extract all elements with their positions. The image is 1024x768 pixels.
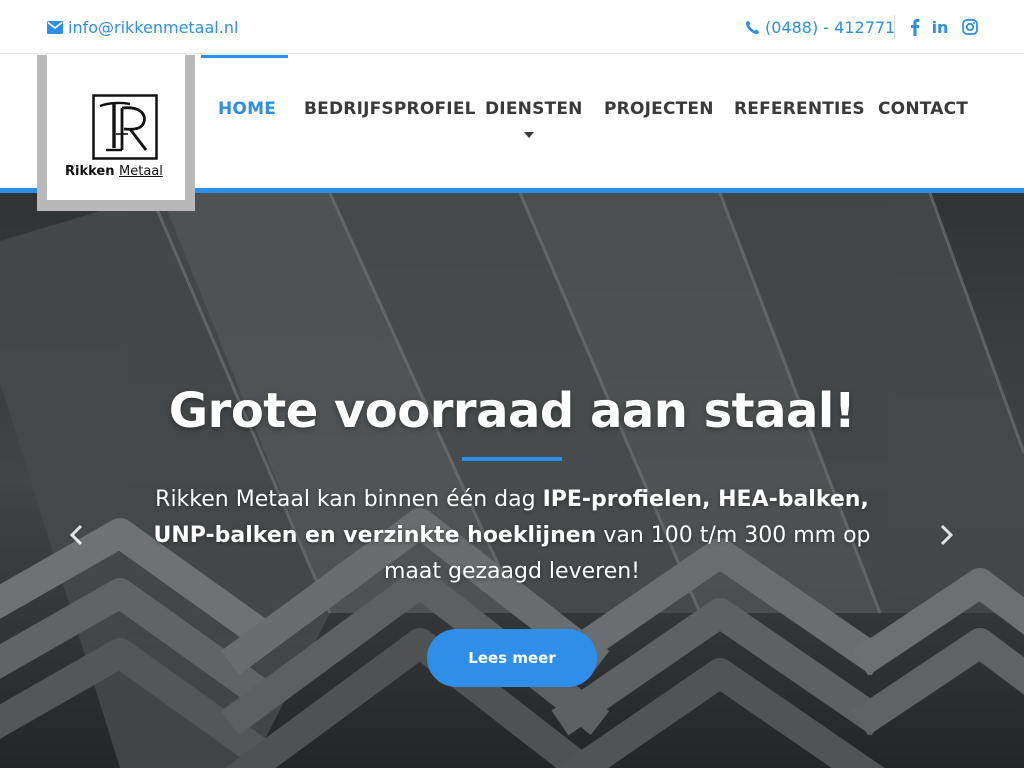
hero-description: Rikken Metaal kan binnen één dag IPE-pro… xyxy=(140,482,884,590)
slider-next-button[interactable] xyxy=(937,520,957,550)
topbar-divider xyxy=(894,15,895,39)
email-text: info@rikkenmetaal.nl xyxy=(68,17,239,37)
facebook-icon xyxy=(911,18,920,36)
slider-prev-button[interactable] xyxy=(66,520,86,550)
nav-item-referenties[interactable]: REFERENTIES xyxy=(734,96,865,122)
nav-item-contact[interactable]: CONTACT xyxy=(878,96,968,122)
logo-name-thin: Metaal xyxy=(119,164,163,179)
chevron-left-icon xyxy=(69,524,83,546)
hero-text-part-1: Rikken Metaal kan binnen één dag xyxy=(155,487,543,512)
hero-title: Grote voorraad aan staal! xyxy=(168,383,856,439)
envelope-icon xyxy=(47,20,63,34)
logo-link[interactable]: Rikken Metaal xyxy=(37,55,195,211)
nav-item-projecten[interactable]: PROJECTEN xyxy=(604,96,714,122)
phone-link[interactable]: (0488) - 412771 xyxy=(745,16,895,38)
hero-slider: Grote voorraad aan staal! Rikken Metaal … xyxy=(0,193,1024,768)
instagram-link[interactable] xyxy=(961,17,979,37)
logo-wordmark: Rikken Metaal xyxy=(65,164,185,179)
phone-icon xyxy=(745,20,760,34)
logo-monogram-icon xyxy=(92,94,158,160)
chevron-right-icon xyxy=(940,524,954,546)
nav-active-indicator xyxy=(201,55,288,58)
email-link[interactable]: info@rikkenmetaal.nl xyxy=(47,16,238,38)
linkedin-link[interactable]: in xyxy=(931,17,949,37)
top-bar: info@rikkenmetaal.nl (0488) - 412771 in xyxy=(0,0,1024,54)
linkedin-icon: in xyxy=(931,17,949,37)
logo-name-bold: Rikken xyxy=(65,164,115,179)
phone-text: (0488) - 412771 xyxy=(765,17,896,37)
hero-title-underline xyxy=(462,457,562,461)
nav-item-bedrijfsprofiel[interactable]: BEDRIJFSPROFIEL xyxy=(304,96,476,122)
instagram-icon xyxy=(962,19,978,35)
facebook-link[interactable] xyxy=(906,17,924,37)
lees-meer-button[interactable]: Lees meer xyxy=(427,629,597,687)
logo-card: Rikken Metaal xyxy=(47,55,185,200)
caret-down-icon[interactable] xyxy=(524,132,534,138)
nav-item-home[interactable]: HOME xyxy=(218,96,276,122)
nav-item-diensten[interactable]: DIENSTEN xyxy=(485,96,583,122)
